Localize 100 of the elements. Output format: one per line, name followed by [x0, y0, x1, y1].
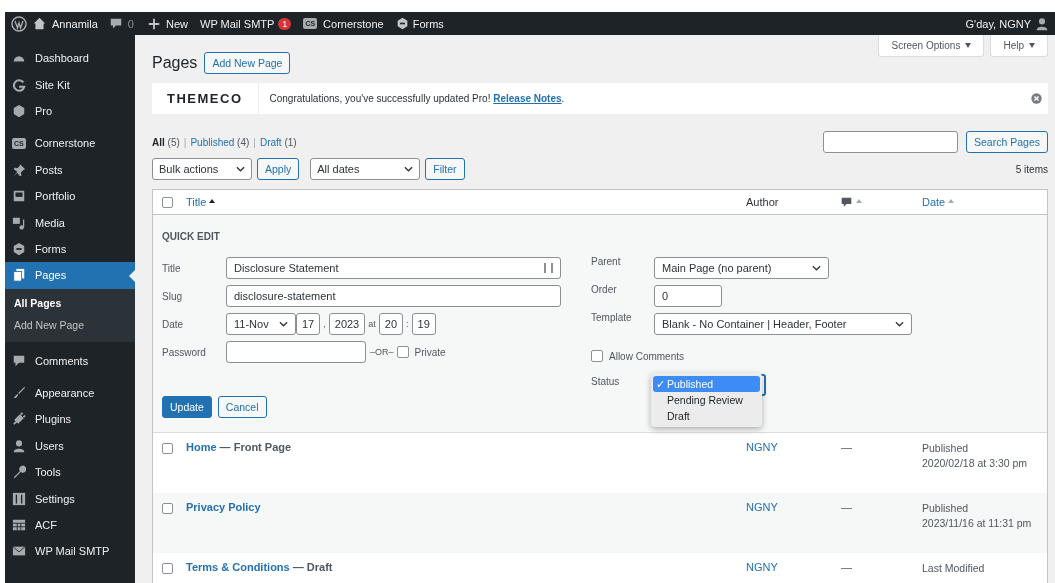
at-label: at — [368, 319, 376, 329]
bulk-actions-select[interactable]: Bulk actions — [152, 158, 252, 180]
grid-icon — [12, 518, 26, 533]
user-icon[interactable] — [1035, 16, 1049, 31]
field-label: Status — [591, 375, 621, 387]
filter-button[interactable]: Filter — [425, 158, 465, 180]
comment-count-cell-text: — — [841, 561, 853, 573]
form-icon — [395, 17, 409, 30]
home-icon — [33, 17, 46, 30]
close-icon[interactable] — [1031, 93, 1042, 104]
page-state-label: — Draft — [291, 561, 333, 573]
comment-count[interactable]: 0 — [127, 17, 134, 30]
slug-field[interactable]: disclosure-statement — [226, 285, 561, 307]
title-column-header[interactable]: Title — [186, 196, 207, 208]
month-select[interactable]: 11-Nov — [226, 313, 296, 335]
private-checkbox[interactable] — [396, 346, 409, 358]
plus-icon — [148, 17, 160, 30]
search-field[interactable] — [823, 131, 959, 153]
chevron-down-icon — [895, 321, 904, 327]
row-checkbox[interactable] — [162, 563, 173, 574]
dates-select[interactable]: All dates — [310, 158, 421, 180]
status-option[interactable]: Pending Review — [653, 392, 760, 408]
caret-icon — [965, 43, 972, 48]
forms-link[interactable]: Forms — [412, 17, 444, 30]
plug-icon — [12, 412, 26, 427]
status-option[interactable]: Draft — [653, 408, 760, 424]
status-filter-link[interactable]: Published (4) — [190, 136, 250, 148]
menu-item[interactable]: Portfolio — [5, 182, 135, 210]
field-label: Order — [591, 283, 618, 295]
author-column-header: Author — [746, 196, 780, 208]
hour-field[interactable]: 20 — [378, 313, 403, 335]
user-icon — [12, 438, 26, 453]
menu-item[interactable]: Comments — [5, 347, 135, 374]
parent-select[interactable]: Main Page (no parent) — [654, 257, 829, 279]
menu-item[interactable]: Forms — [5, 235, 135, 263]
submenu-item[interactable]: Add New Page — [5, 315, 135, 338]
menu-item[interactable]: WP Mail SMTP — [5, 538, 135, 565]
greeting-link[interactable]: G'day, NGNY — [965, 17, 1031, 30]
date-column-header[interactable]: Date — [922, 196, 946, 208]
menu-item[interactable]: Dashboard — [5, 45, 135, 72]
select-all-checkbox[interactable] — [162, 196, 173, 208]
password-field[interactable] — [226, 341, 366, 363]
minute-field[interactable]: 19 — [411, 313, 436, 335]
row-checkbox[interactable] — [162, 503, 173, 514]
site-name-link[interactable]: Annamila — [52, 17, 98, 30]
release-notes-link[interactable]: Release Notes — [493, 93, 562, 104]
wordpress-logo-icon[interactable] — [11, 15, 27, 32]
search-pages-button[interactable]: Search Pages — [966, 131, 1048, 153]
status-filter-link[interactable]: All (5) — [152, 136, 180, 148]
update-button[interactable]: Update — [162, 396, 212, 418]
page-title-link[interactable]: Home — [186, 441, 217, 453]
cancel-button[interactable]: Cancel — [217, 396, 267, 418]
allow-comments-checkbox[interactable] — [591, 350, 603, 362]
order-field[interactable]: 0 — [654, 285, 722, 307]
add-new-page-button[interactable]: Add New Page — [204, 51, 291, 74]
author-link[interactable]: NGNY — [746, 561, 841, 573]
author-link[interactable]: NGNY — [746, 501, 841, 513]
menu-item[interactable]: Plugins — [5, 406, 135, 433]
time-separator: : — [406, 319, 409, 329]
date-cell-text: Published 2023/11/16 at 11:31 pm — [922, 501, 1033, 531]
menu-item[interactable]: Pages — [5, 262, 135, 289]
allow-comments-label: Allow Comments — [609, 350, 685, 362]
status-filter-link[interactable]: Draft (1) — [259, 136, 297, 148]
menu-item[interactable]: Settings — [5, 485, 135, 512]
chevron-down-icon — [279, 321, 288, 327]
page-state-label: — Front Page — [218, 441, 292, 453]
chevron-down-icon — [404, 166, 414, 172]
private-label: Private — [414, 346, 446, 358]
menu-item[interactable]: Posts — [5, 156, 135, 183]
day-field[interactable]: 17 — [296, 313, 321, 335]
author-link[interactable]: NGNY — [746, 441, 841, 453]
menu-item[interactable]: Pro — [5, 97, 135, 125]
cornerstone-link[interactable]: Cornerstone — [323, 17, 384, 30]
notice-message: Congratulations, you've successfully updated Pro! Release Notes. — [268, 93, 566, 104]
sliders-icon — [12, 491, 26, 506]
menu-item[interactable]: Appearance — [5, 379, 135, 407]
screen-options-button[interactable]: Screen Options — [878, 35, 985, 57]
comment-count-cell-text: — — [841, 441, 853, 453]
menu-item[interactable]: ACF — [5, 511, 135, 539]
new-link[interactable]: New — [166, 17, 188, 30]
comment-count-cell-text: — — [841, 501, 853, 513]
menu-item[interactable]: Users — [5, 432, 135, 460]
help-button[interactable]: Help — [990, 35, 1048, 57]
page-title-link[interactable]: Terms & Conditions — [186, 561, 290, 573]
menu-item[interactable]: Site Kit — [5, 71, 135, 98]
caret-icon — [1029, 43, 1035, 48]
template-select[interactable]: Blank - No Container | Header, Footer — [654, 313, 912, 335]
separator: | — [183, 136, 187, 148]
page-title-link[interactable]: Privacy Policy — [186, 501, 261, 513]
apply-button[interactable]: Apply — [257, 158, 300, 180]
menu-item[interactable]: Tools — [5, 459, 135, 486]
form-icon — [12, 241, 26, 256]
year-field[interactable]: 2023 — [328, 313, 366, 335]
smtp-link[interactable]: WP Mail SMTP — [200, 17, 275, 30]
field-label: Template — [591, 311, 633, 323]
title-field[interactable]: Disclosure Statement — [226, 257, 561, 279]
pin-icon — [12, 162, 26, 177]
row-checkbox[interactable] — [162, 443, 173, 454]
menu-item[interactable]: Media — [5, 209, 135, 236]
submenu-item[interactable]: All Pages — [5, 293, 135, 316]
